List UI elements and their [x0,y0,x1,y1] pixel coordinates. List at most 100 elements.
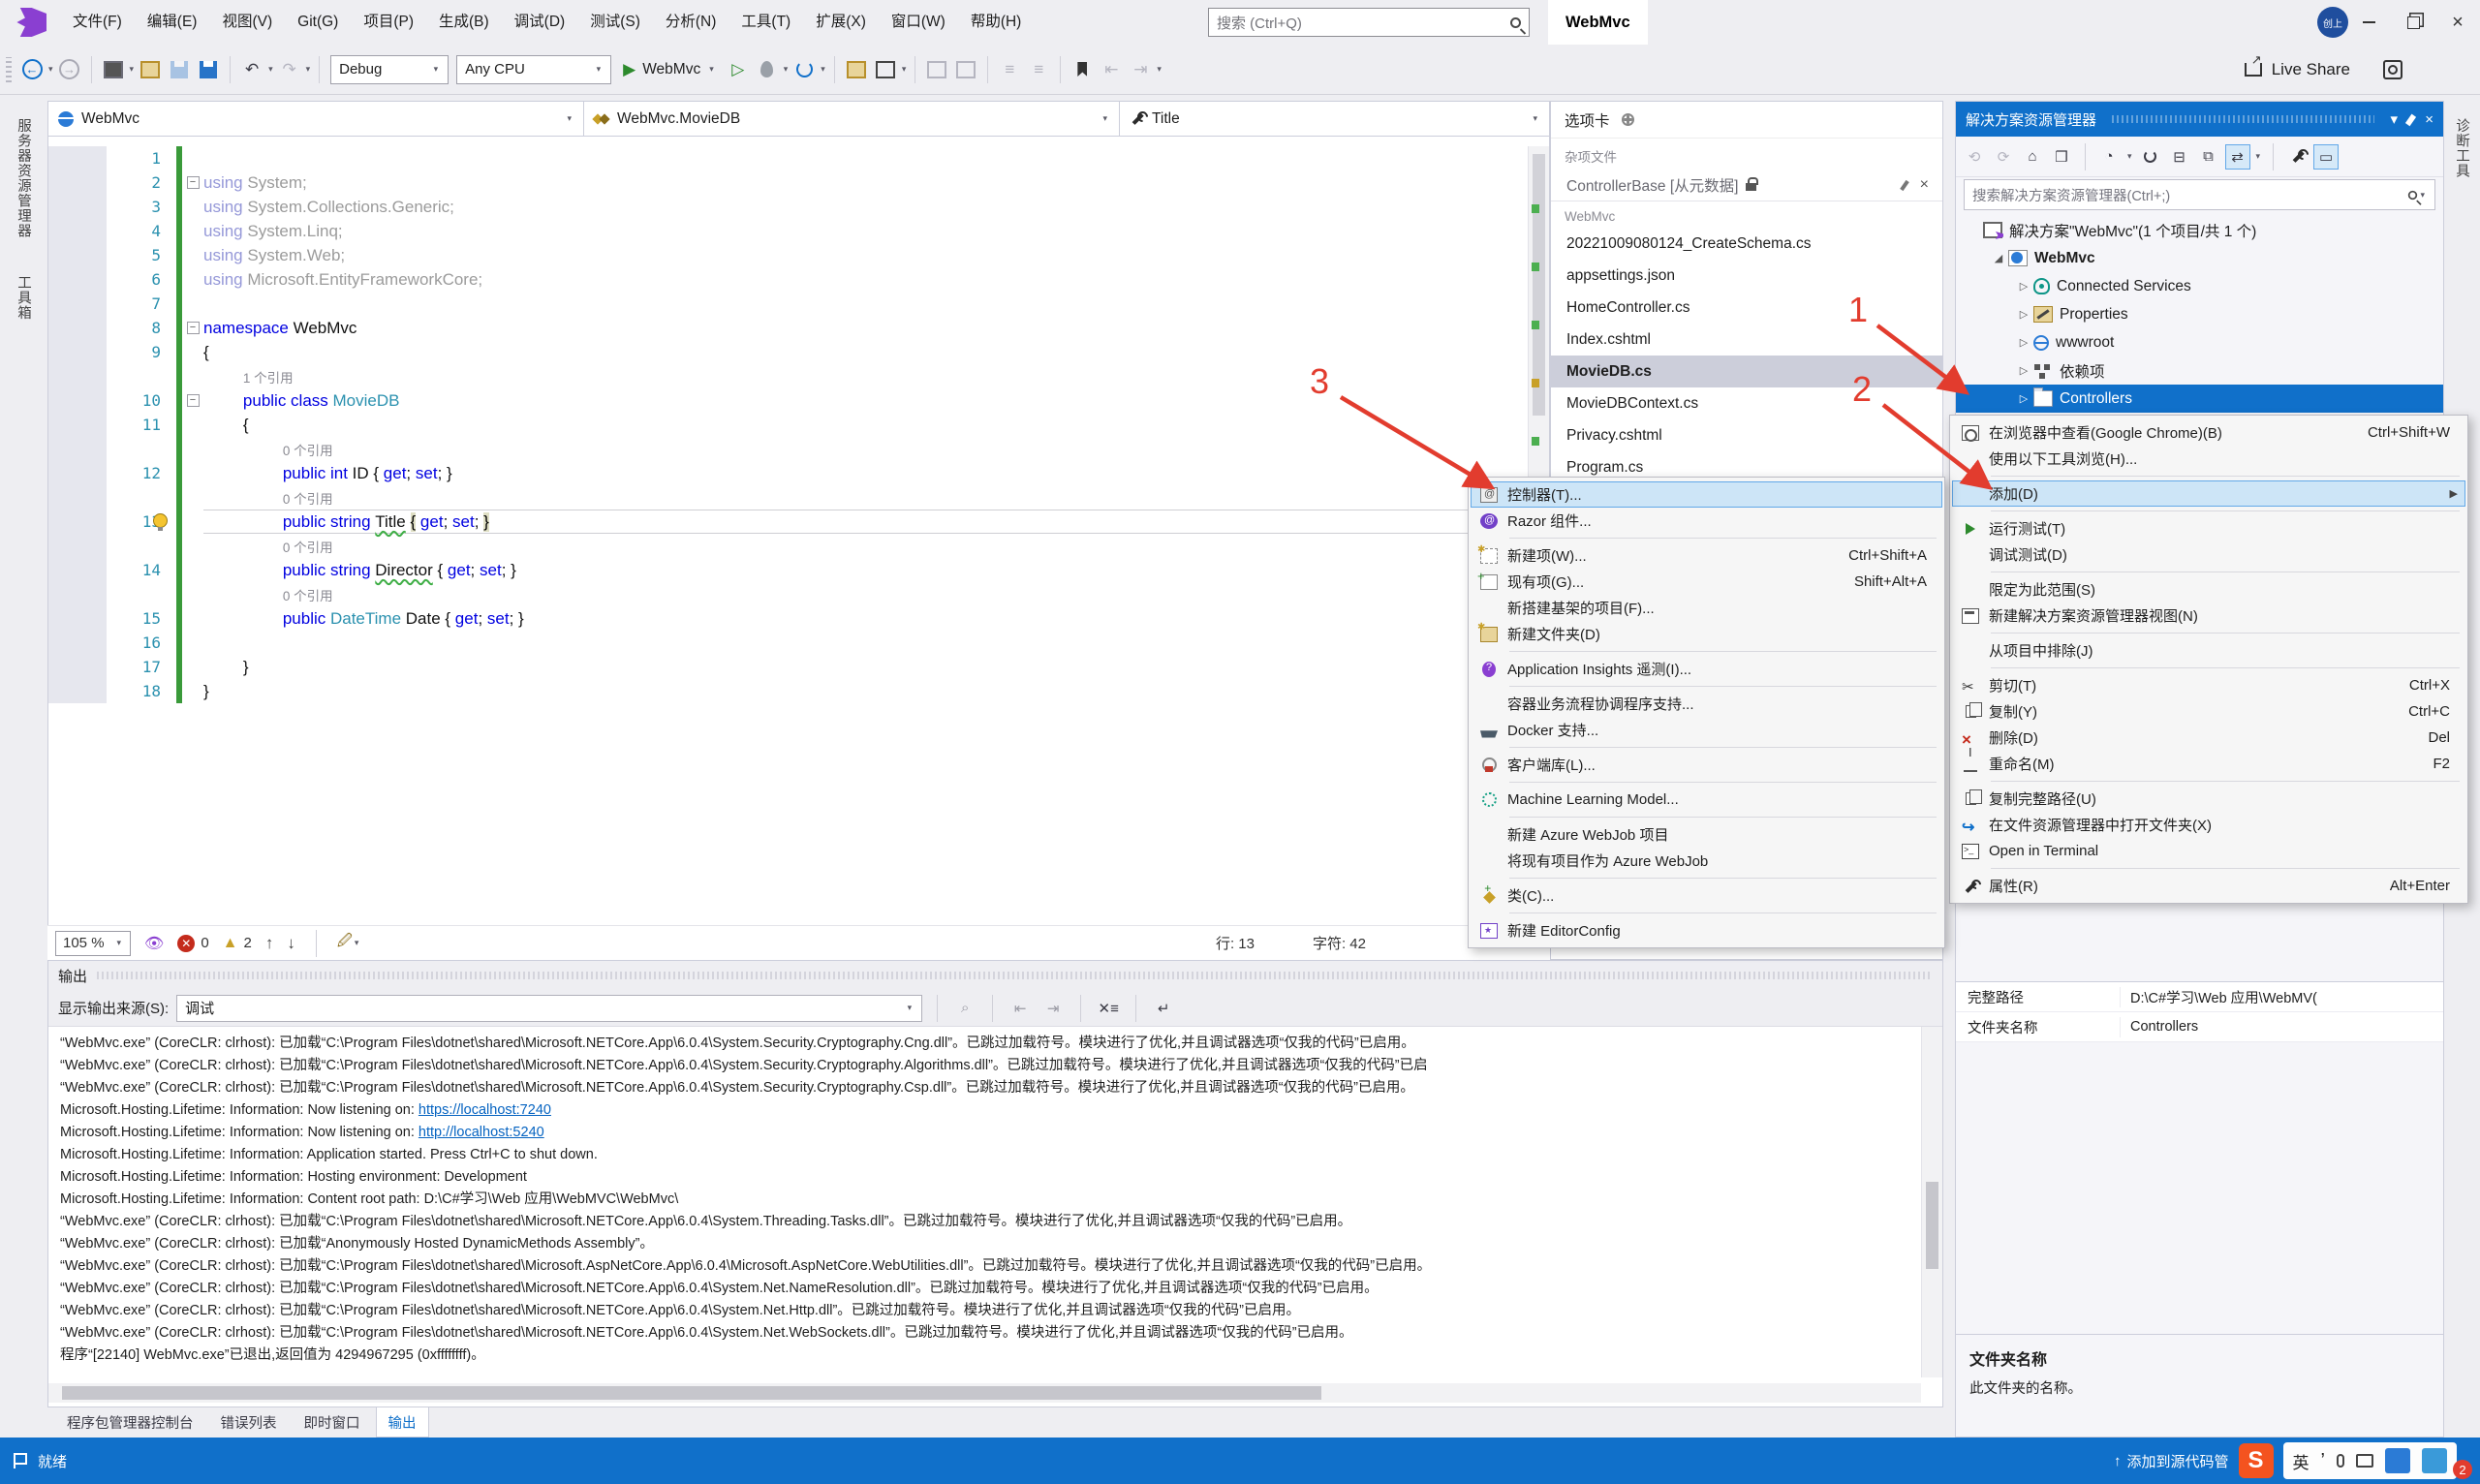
expander-icon[interactable]: ▷ [2016,280,2031,293]
breakpoint-margin[interactable] [48,437,107,461]
menu-item-添加-d-[interactable]: 添加(D)▶ [1952,480,2465,507]
fold-margin[interactable]: − [182,176,203,189]
code-line[interactable]: 1 [48,146,1549,170]
error-count[interactable]: ✕0 [177,935,208,952]
sync-with-active-document-icon[interactable]: ⇄ [2225,144,2250,170]
ime-tool2-icon[interactable] [2422,1448,2447,1473]
codelens-row[interactable]: 0 个引用 [48,485,1549,510]
menu-item-application-insights-遥测-i-[interactable]: Application Insights 遥测(I)... [1471,656,1942,682]
collapse-all-icon[interactable]: ⊟ [2167,144,2192,170]
solution-platform-select[interactable]: Any CPU▾ [456,55,611,84]
zoom-level-select[interactable]: 105 %▾ [55,931,131,956]
tree-item-properties[interactable]: ▷Properties [1956,300,2443,328]
code-line[interactable]: 12public int ID { get; set; } [48,461,1549,485]
gear-icon[interactable] [1622,113,1634,126]
home-icon[interactable]: ⌂ [2020,144,2045,170]
property-row[interactable]: 完整路径D:\C#学习\Web 应用\WebMV( [1956,982,2443,1012]
breakpoint-margin[interactable] [48,461,107,485]
codelens-row[interactable]: 0 个引用 [48,437,1549,461]
show-all-files-icon[interactable]: ⧉ [2196,144,2221,170]
menubar-item[interactable]: 项目(P) [351,0,426,45]
menu-item-在文件资源管理器中打开文件夹-x-[interactable]: ↪在文件资源管理器中打开文件夹(X) [1952,812,2465,838]
menu-item-剪切-t-[interactable]: ✂剪切(T)Ctrl+X [1952,672,2465,698]
breakpoint-margin[interactable] [48,631,107,655]
solution-configuration-select[interactable]: Debug▾ [330,55,449,84]
iis-express-icon[interactable] [871,54,900,85]
codelens-row[interactable]: 0 个引用 [48,534,1549,558]
start-without-debugging-icon[interactable]: ▷ [724,54,753,85]
menubar-item[interactable]: 生成(B) [426,0,502,45]
tree-item--[interactable]: ▷依赖项 [1956,356,2443,385]
navigate-back-icon[interactable]: ← [17,54,46,85]
breakpoint-margin[interactable] [48,267,107,292]
menubar-item[interactable]: 窗口(W) [879,0,958,45]
menu-item-调试测试-d-[interactable]: 调试测试(D) [1952,541,2465,568]
breakpoint-margin[interactable] [48,170,107,195]
redo-dropdown-icon[interactable]: ▾ [306,64,311,75]
save-icon[interactable] [165,54,194,85]
feedback-flag-icon[interactable] [14,1453,26,1469]
code-line[interactable]: 16 [48,631,1549,655]
panel-tab-即时窗口[interactable]: 即时窗口 [293,1407,372,1438]
tool-window-tab[interactable]: 工具箱 [14,262,34,334]
codelens-references[interactable]: 0 个引用 [283,440,333,459]
document-tab[interactable]: Privacy.cshtml [1551,419,1942,451]
code-line[interactable]: 10−public class MovieDB [48,388,1549,413]
toolbar-grip[interactable] [6,57,12,82]
code-cleanup-icon[interactable]: 🖉▾ [337,931,361,955]
feedback-icon[interactable] [2383,60,2402,79]
menubar-item[interactable]: 工具(T) [728,0,803,45]
menu-item-新建解决方案资源管理器视图-n-[interactable]: 新建解决方案资源管理器视图(N) [1952,603,2465,629]
output-log[interactable]: “WebMvc.exe” (CoreCLR: clrhost): 已加载“C:\… [48,1027,1921,1377]
tree-item-wwwroot[interactable]: ▷wwwroot [1956,328,2443,356]
menubar-item[interactable]: Git(G) [285,0,351,45]
menu-item-重命名-m-[interactable]: 重命名(M)F2 [1952,751,2465,777]
property-row[interactable]: 文件夹名称Controllers [1956,1012,2443,1042]
member-dropdown[interactable]: Title▾ [1120,102,1549,136]
menu-item-复制完整路径-u-[interactable]: 复制完整路径(U) [1952,786,2465,812]
pending-changes-filter-icon[interactable]: ◔ [2096,144,2122,170]
output-horizontal-scrollbar[interactable] [48,1383,1921,1403]
open-file-icon[interactable] [136,54,165,85]
undo-dropdown-icon[interactable]: ▾ [268,64,273,75]
ime-toolbar[interactable]: 英 ’ [2283,1442,2457,1479]
restart-icon[interactable] [790,54,819,85]
window-position-dropdown-icon[interactable]: ▾ [2390,110,2398,128]
menu-item-复制-y-[interactable]: 复制(Y)Ctrl+C [1952,698,2465,725]
close-icon[interactable]: × [1920,176,1929,194]
breakpoint-margin[interactable] [48,292,107,316]
code-line[interactable]: 14public string Director { get; set; } [48,558,1549,582]
menu-item-新建-editorconfig[interactable]: 新建 EditorConfig [1471,917,1942,943]
codelens-references[interactable]: 0 个引用 [283,537,333,556]
codelens-references[interactable]: 0 个引用 [283,585,333,604]
code-line[interactable]: 11{ [48,413,1549,437]
menu-item-razor-组件-[interactable]: Razor 组件... [1471,508,1942,534]
document-tab[interactable]: MovieDB.cs [1551,356,1942,387]
start-debugging-button[interactable]: ▶ WebMvc ▾ [623,60,716,79]
breakpoint-margin[interactable] [48,388,107,413]
menu-item-运行测试-t-[interactable]: 运行测试(T) [1952,515,2465,541]
document-tab[interactable]: Index.cshtml [1551,324,1942,356]
codelens-health-icon[interactable]: 👁 [144,934,164,953]
back-dropdown-icon[interactable]: ▾ [48,64,53,75]
menu-item-新建-azure-webjob-项目[interactable]: 新建 Azure WebJob 项目 [1471,821,1942,848]
menu-item-在浏览器中查看-google-chrome-b-[interactable]: 在浏览器中查看(Google Chrome)(B)Ctrl+Shift+W [1952,419,2465,446]
codelens-row[interactable]: 0 个引用 [48,582,1549,606]
new-dropdown-icon[interactable]: ▾ [130,64,135,75]
document-tab[interactable]: 20221009080124_CreateSchema.cs [1551,228,1942,260]
menubar-item[interactable]: 调试(D) [502,0,578,45]
breakpoint-margin[interactable] [48,582,107,606]
breakpoint-margin[interactable] [48,606,107,631]
menubar-item[interactable]: 测试(S) [577,0,653,45]
tree-item-connected-services[interactable]: ▷Connected Services [1956,272,2443,300]
breakpoint-margin[interactable] [48,243,107,267]
expander-icon[interactable]: ▷ [2016,392,2031,405]
expander-icon[interactable]: ◢ [1991,252,2006,264]
expander-icon[interactable]: ▷ [2016,336,2031,349]
breakpoint-margin[interactable] [48,679,107,703]
ime-language[interactable]: 英 [2293,1449,2310,1473]
tree-item-controllers[interactable]: ▷Controllers [1956,385,2443,413]
fold-collapse-icon[interactable]: − [187,394,200,407]
solution-search-input[interactable]: 搜索解决方案资源管理器(Ctrl+;) ▾ [1964,179,2435,210]
code-line[interactable]: 7 [48,292,1549,316]
